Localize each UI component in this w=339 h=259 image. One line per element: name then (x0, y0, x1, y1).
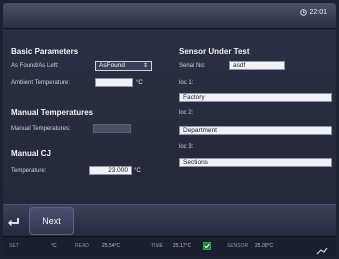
cj-temperature-input[interactable]: 23.000 (89, 166, 132, 175)
status-sensor-label: SENSOR (227, 243, 249, 249)
status-set-label: SET (9, 243, 19, 249)
top-bar: 22:01 (3, 3, 336, 29)
serial-no-label: Serial No: (179, 63, 206, 69)
serial-no-input[interactable]: asdf (229, 61, 285, 70)
status-sensor-value: 25.00°C (255, 243, 274, 249)
app-window: 22:01 Basic Parameters As Found/As Left:… (3, 3, 336, 256)
basic-parameters-title: Basic Parameters (11, 47, 79, 56)
status-set-value: °C (51, 243, 57, 249)
loc1-input[interactable]: Factory (179, 93, 332, 102)
next-button[interactable]: Next (29, 207, 74, 235)
loc1-label: loc 1: (179, 80, 194, 86)
manual-cj-title: Manual CJ (11, 149, 52, 158)
status-read-value: 25.54°C (102, 243, 121, 249)
clock: 22:01 (300, 9, 327, 16)
clock-time: 22:01 (309, 9, 327, 16)
ambient-unit: °C (136, 80, 143, 86)
manual-temperatures-title: Manual Temperatures (11, 108, 94, 117)
bottom-bar: Next (3, 204, 336, 236)
sensor-under-test-title: Sensor Under Test (179, 47, 250, 56)
status-read-label: READ (75, 243, 89, 249)
manual-temperatures-label: Manual Temperatures: (11, 126, 71, 132)
ambient-temperature-input[interactable] (95, 78, 133, 87)
stable-check-icon (203, 242, 211, 250)
as-found-value: AsFound (99, 62, 126, 69)
cj-temperature-label: Temperature: (11, 168, 47, 174)
status-bar: SET °C READ 25.54°C TIME 25.17°C SENSOR … (3, 236, 336, 256)
loc2-label: loc 2: (179, 110, 194, 116)
main-content: Basic Parameters As Found/As Left: AsFou… (3, 30, 336, 204)
back-button[interactable] (7, 215, 20, 227)
signal-icon (316, 242, 328, 256)
status-time-label: TIME (151, 243, 163, 249)
loc3-input[interactable]: Sections (179, 158, 332, 167)
chevron-up-down-icon: ⇕ (142, 63, 148, 69)
as-found-select[interactable]: AsFound ⇕ (95, 61, 152, 71)
cj-temperature-unit: °C (134, 168, 141, 174)
as-found-label: As Found/As Left: (11, 63, 59, 69)
manual-temperatures-field (93, 124, 131, 133)
loc2-input[interactable]: Department (179, 126, 332, 135)
ambient-temperature-label: Ambient Temperature: (11, 80, 70, 86)
clock-icon (300, 9, 308, 16)
back-arrow-icon (8, 218, 19, 227)
loc3-label: loc 3: (179, 144, 194, 150)
status-time-value: 25.17°C (173, 243, 192, 249)
